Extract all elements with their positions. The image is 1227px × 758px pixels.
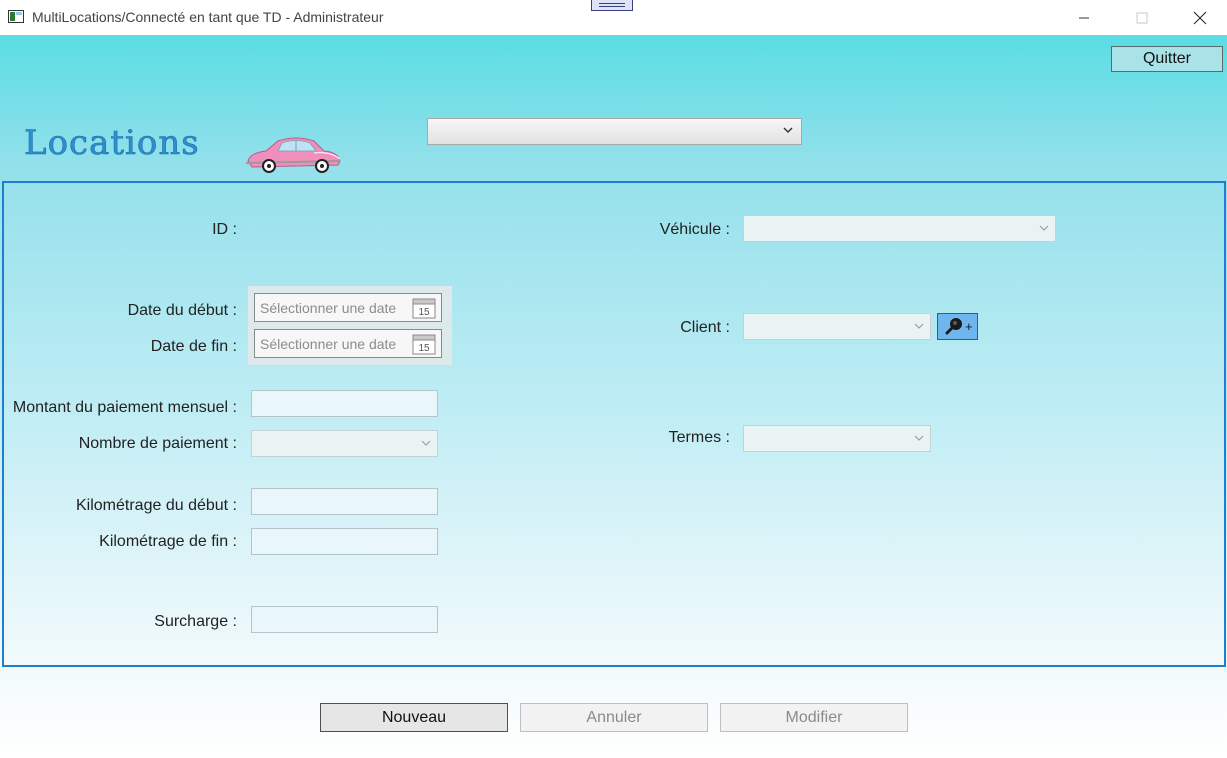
start-date-label: Date du début : — [127, 302, 237, 319]
calendar-day-text: 15 — [418, 343, 430, 354]
window-grip-handle[interactable] — [591, 0, 633, 11]
end-km-input[interactable] — [251, 528, 438, 555]
minimize-icon — [1079, 17, 1089, 18]
maximize-icon — [1136, 12, 1148, 23]
minimize-button[interactable] — [1055, 0, 1113, 35]
calendar-icon[interactable]: 15 — [412, 297, 436, 319]
start-km-label: Kilométrage du début : — [76, 497, 237, 514]
payment-count-dropdown[interactable] — [251, 430, 438, 457]
payment-count-label: Nombre de paiement : — [78, 435, 237, 452]
end-km-label: Kilométrage de fin : — [99, 533, 237, 550]
terms-dropdown[interactable] — [743, 425, 931, 452]
terms-label: Termes : — [668, 429, 730, 446]
surcharge-label: Surcharge : — [154, 613, 237, 630]
surcharge-input[interactable] — [251, 606, 438, 633]
vehicle-dropdown[interactable] — [743, 215, 1056, 242]
end-date-picker[interactable]: Sélectionner une date 15 — [254, 329, 442, 358]
main-content: Quitter Locations ID : Date du début : D… — [0, 35, 1227, 758]
rental-form-panel: ID : Date du début : Date de fin : Monta… — [2, 181, 1226, 667]
vehicle-label: Véhicule : — [659, 221, 730, 238]
calendar-icon[interactable]: 15 — [412, 333, 436, 355]
cancel-button[interactable]: Annuler — [520, 703, 708, 732]
svg-text:+: + — [965, 319, 973, 334]
chevron-down-icon — [914, 435, 924, 441]
quit-button[interactable]: Quitter — [1111, 46, 1223, 72]
monthly-payment-input[interactable] — [251, 390, 438, 417]
id-label: ID : — [212, 221, 237, 238]
end-date-placeholder: Sélectionner une date — [260, 336, 397, 352]
close-icon — [1193, 11, 1207, 24]
window-title: MultiLocations/Connecté en tant que TD -… — [32, 9, 384, 25]
chevron-down-icon — [914, 323, 924, 329]
client-dropdown[interactable] — [743, 313, 931, 340]
start-date-placeholder: Sélectionner une date — [260, 300, 397, 316]
magnifier-plus-icon: + — [945, 318, 973, 335]
date-picker-group: Sélectionner une date 15 Sélectionner un… — [248, 286, 452, 365]
monthly-payment-label: Montant du paiement mensuel : — [12, 399, 237, 416]
close-button[interactable] — [1171, 0, 1227, 35]
calendar-day-text: 15 — [418, 307, 430, 318]
app-icon — [8, 10, 24, 23]
end-date-label: Date de fin : — [150, 338, 237, 355]
chevron-down-icon — [1039, 225, 1049, 231]
window-titlebar: MultiLocations/Connecté en tant que TD -… — [0, 0, 1227, 35]
location-selector-dropdown[interactable] — [427, 118, 802, 145]
new-button[interactable]: Nouveau — [320, 703, 508, 732]
start-date-picker[interactable]: Sélectionner une date 15 — [254, 293, 442, 322]
chevron-down-icon — [783, 127, 793, 133]
search-client-button[interactable]: + — [937, 313, 978, 340]
page-title: Locations — [24, 123, 200, 164]
maximize-button[interactable] — [1113, 0, 1171, 35]
start-km-input[interactable] — [251, 488, 438, 515]
client-label: Client : — [680, 319, 730, 336]
modify-button[interactable]: Modifier — [720, 703, 908, 732]
car-logo-icon — [245, 137, 341, 173]
chevron-down-icon — [421, 440, 431, 446]
